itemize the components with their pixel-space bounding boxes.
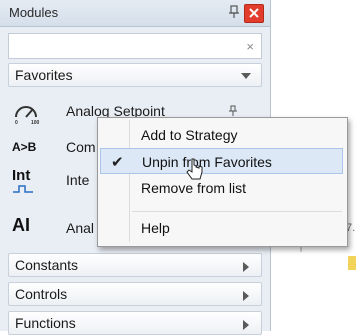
clear-search-icon[interactable]: × <box>246 39 254 54</box>
gauge-icon: 0 100 <box>12 99 42 126</box>
section-label: Controls <box>15 286 68 302</box>
svg-text:0: 0 <box>15 120 18 125</box>
menu-item-remove-from-list[interactable]: Remove from list <box>100 175 343 201</box>
analog-input-icon: AI <box>12 215 30 235</box>
favorites-label: Favorites <box>15 67 73 83</box>
context-menu: Add to Strategy ✔ Unpin from Favorites R… <box>97 117 348 247</box>
panel-title: Modules <box>9 5 59 20</box>
chevron-right-icon <box>243 320 249 330</box>
menu-item-label: Unpin from Favorites <box>142 154 272 170</box>
item-label: Anal <box>66 220 95 236</box>
favorites-dropdown[interactable]: Favorites <box>8 63 262 87</box>
close-button[interactable] <box>244 4 264 23</box>
search-input[interactable]: × <box>8 33 262 59</box>
section-label: Constants <box>15 257 79 273</box>
checkmark-icon: ✔ <box>111 154 124 171</box>
menu-item-unpin-from-favorites[interactable]: ✔ Unpin from Favorites <box>100 148 343 174</box>
menu-item-label: Add to Strategy <box>141 127 238 143</box>
section-functions[interactable]: Functions <box>8 311 262 335</box>
chevron-right-icon <box>243 291 249 301</box>
menu-separator <box>132 211 342 212</box>
menu-item-help[interactable]: Help <box>100 215 343 241</box>
chevron-right-icon <box>243 262 249 272</box>
panel-titlebar: Modules <box>0 0 270 27</box>
chevron-down-icon <box>241 73 251 79</box>
integer-icon-text: Int <box>12 167 31 184</box>
compare-icon: A>B <box>12 140 37 154</box>
background-yellow-fragment <box>348 256 356 270</box>
svg-text:100: 100 <box>31 120 40 125</box>
mouse-cursor-icon <box>186 158 206 184</box>
item-label: Inte <box>66 172 90 188</box>
section-label: Functions <box>15 315 76 331</box>
section-controls[interactable]: Controls <box>8 282 262 306</box>
section-constants[interactable]: Constants <box>8 253 262 277</box>
pin-icon[interactable] <box>227 4 241 20</box>
menu-item-label: Help <box>141 220 170 236</box>
integer-icon: Int <box>12 167 42 193</box>
item-label: Com <box>66 139 96 155</box>
menu-item-add-to-strategy[interactable]: Add to Strategy <box>100 122 343 148</box>
